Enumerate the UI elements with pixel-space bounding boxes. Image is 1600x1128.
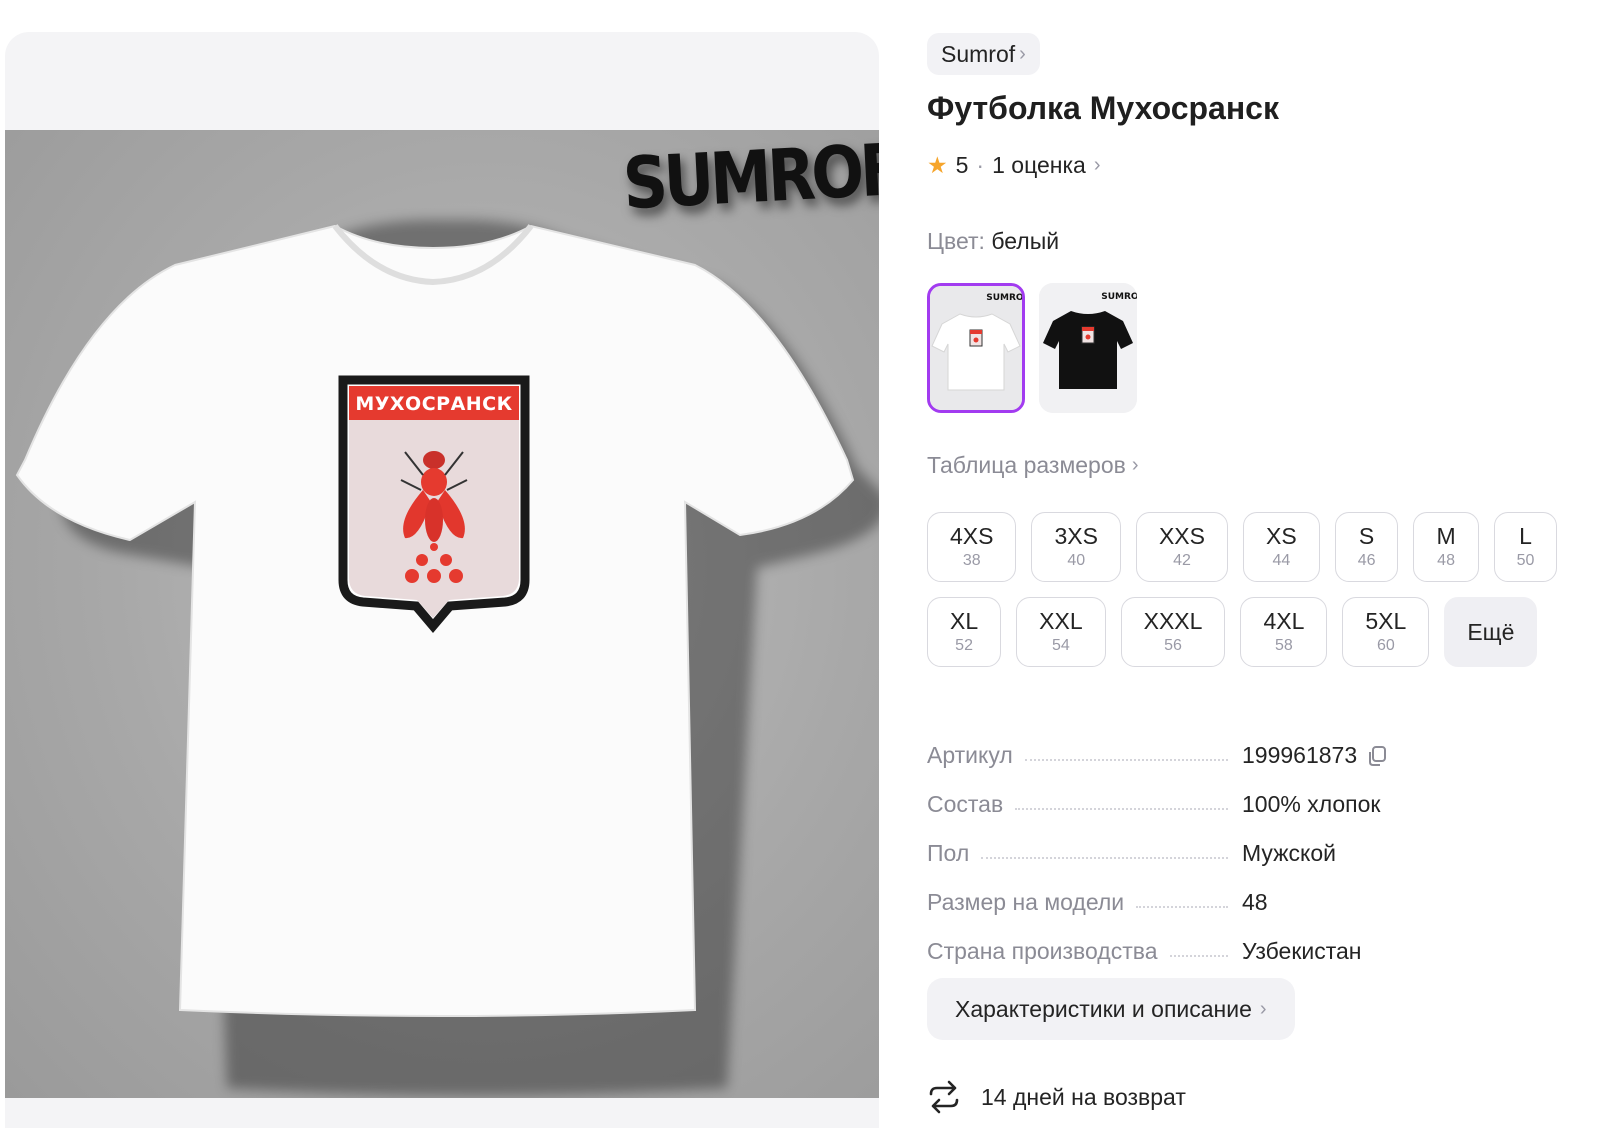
size-option-m[interactable]: M 48 <box>1413 512 1479 582</box>
description-button[interactable]: Характеристики и описание › <box>927 978 1295 1040</box>
size-label: XS <box>1266 523 1297 549</box>
article-number: 199961873 <box>1242 742 1358 768</box>
thumbnail-strip <box>5 1098 879 1128</box>
more-sizes-label: Ещё <box>1467 619 1515 645</box>
size-ru: 40 <box>1067 552 1086 569</box>
size-ru: 38 <box>962 552 981 569</box>
size-ru: 44 <box>1272 552 1291 569</box>
color-value: белый <box>991 228 1060 254</box>
size-label: XXL <box>1039 608 1083 634</box>
white-tshirt-thumbnail: SUMROF <box>930 286 1022 410</box>
rating-count: 1 оценка <box>992 152 1086 178</box>
crest-print: МУХОСРАНСК <box>338 375 530 633</box>
spec-leader <box>1024 758 1228 761</box>
size-option-l[interactable]: L 50 <box>1493 512 1558 582</box>
spec-row: Пол Мужской <box>927 818 1447 867</box>
size-ru: 56 <box>1164 637 1182 654</box>
spec-value: Мужской <box>1242 840 1337 866</box>
size-label: 3XS <box>1054 523 1098 549</box>
size-option-4xs[interactable]: 4XS 38 <box>927 512 1017 582</box>
color-swatches: SUMROF SUMROF <box>927 283 1137 413</box>
spec-value: Узбекистан <box>1242 938 1362 964</box>
size-label: XXXL <box>1143 608 1203 634</box>
rating-separator: · <box>976 152 985 178</box>
product-title: Футболка Мухосранск <box>927 90 1279 126</box>
return-arrows-icon <box>929 1080 959 1114</box>
rating-value: 5 <box>955 152 969 178</box>
size-label: 4XS <box>950 523 994 549</box>
swatch-black[interactable]: SUMROF <box>1039 283 1137 413</box>
size-option-xxxl[interactable]: XXXL 56 <box>1120 597 1226 667</box>
spec-leader <box>1136 905 1228 908</box>
spec-value: 48 <box>1242 889 1268 915</box>
size-ru: 58 <box>1275 637 1293 654</box>
spec-leader <box>981 856 1228 859</box>
product-gallery[interactable]: МУХОСРАНСК SUMROF <box>5 32 879 1128</box>
spec-row: Состав 100% хлопок <box>927 769 1447 818</box>
size-label: M <box>1436 523 1456 549</box>
spec-value: 100% хлопок <box>1242 791 1381 817</box>
brand-name: Sumrof <box>941 40 1016 67</box>
brand-watermark: SUMROF <box>620 130 879 226</box>
black-tshirt-thumbnail: SUMROF <box>1039 283 1137 413</box>
spec-row: Артикул 199961873 <box>927 720 1447 769</box>
size-option-3xs[interactable]: 3XS 40 <box>1031 512 1121 582</box>
size-ru: 60 <box>1376 637 1395 654</box>
size-ru: 50 <box>1516 552 1535 569</box>
return-policy[interactable]: 14 дней на возврат <box>927 1080 1186 1114</box>
svg-text:SUMROF: SUMROF <box>1101 292 1137 302</box>
size-label: XL <box>950 608 979 634</box>
spec-value: 199961873 <box>1242 742 1447 769</box>
spec-leader <box>1169 954 1228 957</box>
chevron-right-icon: › <box>1131 454 1139 476</box>
size-options: 4XS 38 3XS 40 XXS 42 XS 44 S 46 M 48 L 50 XL 52 … <box>927 512 1587 667</box>
size-label: 4XL <box>1263 608 1305 634</box>
size-option-xl[interactable]: XL 52 <box>927 597 1002 667</box>
size-option-5xl[interactable]: 5XL 60 <box>1342 597 1430 667</box>
size-option-s[interactable]: S 46 <box>1334 512 1399 582</box>
size-ru: 54 <box>1051 637 1070 654</box>
size-label: 5XL <box>1365 608 1407 634</box>
chevron-right-icon: › <box>1259 997 1267 1020</box>
size-label: XXS <box>1158 523 1205 549</box>
size-option-xs[interactable]: XS 44 <box>1243 512 1320 582</box>
copy-icon[interactable] <box>1365 744 1389 768</box>
size-label: L <box>1519 523 1532 549</box>
spec-list: Артикул 199961873 Состав 100% хлопок Пол… <box>927 720 1447 965</box>
description-button-label: Характеристики и описание <box>955 995 1252 1022</box>
svg-text:SUMROF: SUMROF <box>986 293 1022 303</box>
more-sizes-button[interactable]: Ещё <box>1444 597 1538 667</box>
size-option-xxl[interactable]: XXL 54 <box>1016 597 1106 667</box>
spec-key: Страна производства <box>927 938 1158 964</box>
chevron-right-icon: › <box>1019 42 1026 65</box>
spec-key: Артикул <box>927 742 1013 768</box>
brand-link[interactable]: Sumrof › <box>927 33 1040 75</box>
size-table-link[interactable]: Таблица размеров › <box>927 452 1139 479</box>
spec-key: Пол <box>927 840 970 866</box>
size-ru: 48 <box>1437 552 1455 569</box>
size-ru: 52 <box>955 637 973 654</box>
color-key: Цвет: <box>927 228 985 254</box>
spec-key: Состав <box>927 791 1004 817</box>
chevron-right-icon: › <box>1093 154 1101 176</box>
spec-key: Размер на модели <box>927 889 1125 915</box>
spec-leader <box>1015 807 1228 810</box>
star-icon: ★ <box>927 152 948 178</box>
spec-row: Размер на модели 48 <box>927 867 1447 916</box>
crest-title: МУХОСРАНСК <box>355 393 512 415</box>
swatch-white[interactable]: SUMROF <box>927 283 1025 413</box>
tshirt-image: МУХОСРАНСК <box>15 219 879 1096</box>
rating-link[interactable]: ★ 5 · 1 оценка › <box>927 152 1101 179</box>
size-ru: 42 <box>1173 552 1191 569</box>
size-table-label: Таблица размеров <box>927 452 1126 478</box>
return-label: 14 дней на возврат <box>981 1083 1186 1110</box>
size-option-4xl[interactable]: 4XL 58 <box>1240 597 1328 667</box>
product-photo[interactable]: МУХОСРАНСК SUMROF <box>5 130 879 1098</box>
color-label: Цвет: белый <box>927 228 1059 255</box>
spec-row: Страна производства Узбекистан <box>927 916 1447 965</box>
size-ru: 46 <box>1357 552 1376 569</box>
size-label: S <box>1358 523 1375 549</box>
size-option-xxs[interactable]: XXS 42 <box>1135 512 1228 582</box>
